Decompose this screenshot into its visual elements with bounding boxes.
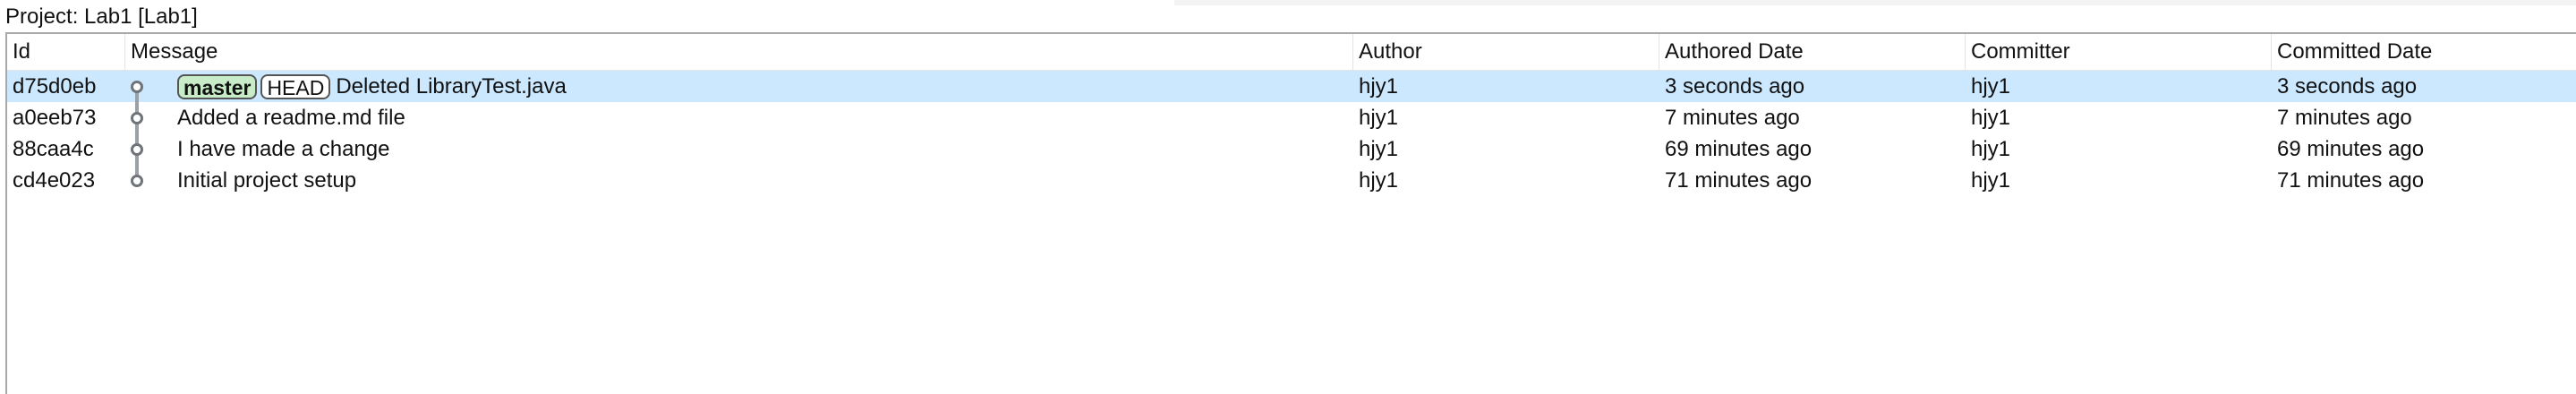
column-header-committer[interactable]: Committer [1966, 34, 2272, 70]
commit-graph-node [131, 112, 143, 124]
commit-message: Added a readme.md file [177, 106, 405, 130]
commit-id: d75d0eb [13, 74, 97, 98]
table-header: Id Message Author Authored Date Committe… [7, 34, 2576, 71]
column-header-authored-date[interactable]: Authored Date [1659, 34, 1966, 70]
commit-authored-date: 71 minutes ago [1665, 168, 1813, 193]
table-row[interactable]: cd4e023 Initial project setup hjy1 71 mi… [7, 165, 2576, 196]
commit-authored-date: 69 minutes ago [1665, 137, 1813, 161]
head-badge: HEAD [260, 73, 331, 99]
branch-badge[interactable]: master [177, 73, 258, 99]
commit-id: 88caa4c [13, 137, 94, 161]
commit-graph-node [131, 175, 143, 187]
commit-graph-line [135, 84, 139, 178]
commit-author: hjy1 [1359, 74, 1399, 98]
commit-committer: hjy1 [1971, 168, 2011, 193]
commit-committed-date: 71 minutes ago [2277, 168, 2425, 193]
history-table[interactable]: Id Message Author Authored Date Committe… [5, 32, 2576, 394]
project-title: Project: Lab1 [Lab1] [5, 4, 198, 29]
commit-committer: hjy1 [1971, 74, 2011, 98]
commit-author: hjy1 [1359, 106, 1399, 130]
commit-author: hjy1 [1359, 168, 1399, 193]
commit-message: Deleted LibraryTest.java [336, 74, 567, 98]
column-header-id[interactable]: Id [7, 34, 125, 70]
commit-committed-date: 69 minutes ago [2277, 137, 2425, 161]
title-bar: Project: Lab1 [Lab1] [0, 0, 2576, 32]
commit-message-cell: Initial project setup [177, 165, 356, 196]
commit-author: hjy1 [1359, 137, 1399, 161]
commit-message: I have made a change [177, 137, 390, 161]
commit-message-cell: Added a readme.md file [177, 102, 405, 133]
commit-graph-node [131, 143, 143, 156]
commit-message: Initial project setup [177, 168, 357, 193]
column-header-message[interactable]: Message [125, 34, 1353, 70]
commit-committed-date: 7 minutes ago [2277, 106, 2412, 130]
commit-message-cell: I have made a change [177, 133, 390, 165]
commit-message-cell: master HEAD Deleted LibraryTest.java [177, 71, 567, 102]
title-bar-background [1174, 0, 2576, 5]
column-header-author[interactable]: Author [1353, 34, 1659, 70]
commit-authored-date: 7 minutes ago [1665, 106, 1800, 130]
table-row[interactable]: 88caa4c I have made a change hjy1 69 min… [7, 133, 2576, 165]
commit-committed-date: 3 seconds ago [2277, 74, 2418, 98]
commit-committer: hjy1 [1971, 106, 2011, 130]
commit-authored-date: 3 seconds ago [1665, 74, 1805, 98]
commit-graph-node [131, 81, 143, 93]
commit-committer: hjy1 [1971, 137, 2011, 161]
commit-id: cd4e023 [13, 168, 96, 193]
table-row[interactable]: d75d0eb master HEAD Deleted LibraryTest.… [7, 71, 2576, 102]
commit-id: a0eeb73 [13, 106, 97, 130]
column-header-committed-date[interactable]: Committed Date [2272, 34, 2576, 70]
table-row[interactable]: a0eeb73 Added a readme.md file hjy1 7 mi… [7, 102, 2576, 133]
